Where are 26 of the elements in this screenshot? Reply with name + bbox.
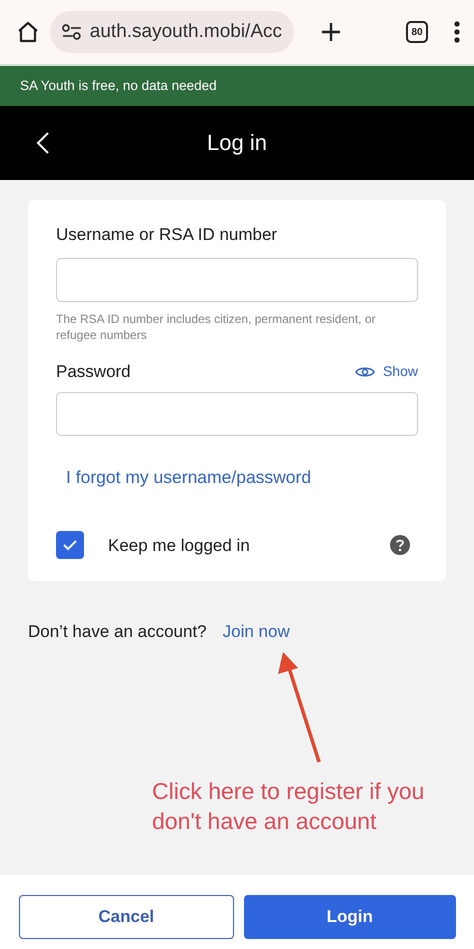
show-password-toggle[interactable]: Show bbox=[354, 361, 418, 382]
join-now-link[interactable]: Join now bbox=[222, 619, 290, 645]
username-hint: The RSA ID number includes citizen, permanent resident, or refugee numbers bbox=[56, 310, 376, 343]
keep-logged-in-label: Keep me logged in bbox=[108, 534, 250, 557]
username-field[interactable] bbox=[56, 258, 418, 302]
cancel-button[interactable]: Cancel bbox=[19, 895, 234, 939]
username-label: Username or RSA ID number bbox=[56, 224, 278, 246]
signup-prompt: Don’t have an account? bbox=[28, 621, 207, 644]
password-label: Password bbox=[56, 360, 131, 383]
keep-logged-in-checkbox[interactable] bbox=[56, 531, 84, 560]
login-button[interactable]: Login bbox=[244, 895, 456, 939]
banner-text: SA Youth is free, no data needed bbox=[20, 76, 217, 95]
annotation-text: Click here to register if you don't have an account bbox=[152, 776, 426, 836]
site-settings-icon[interactable] bbox=[62, 24, 82, 40]
new-tab-icon[interactable] bbox=[320, 21, 342, 43]
password-field[interactable] bbox=[56, 392, 418, 436]
home-icon[interactable] bbox=[16, 20, 40, 44]
page-title: Log in bbox=[206, 130, 268, 156]
address-bar[interactable]: auth.sayouth.mobi/Acc bbox=[50, 11, 294, 53]
tab-count[interactable]: 80 bbox=[406, 21, 428, 43]
menu-icon[interactable] bbox=[454, 21, 460, 43]
eye-icon bbox=[354, 366, 375, 378]
help-icon[interactable] bbox=[390, 535, 410, 556]
forgot-password-link[interactable]: I forgot my username/password bbox=[66, 464, 312, 491]
back-icon[interactable] bbox=[36, 131, 50, 155]
check-icon bbox=[63, 540, 77, 551]
